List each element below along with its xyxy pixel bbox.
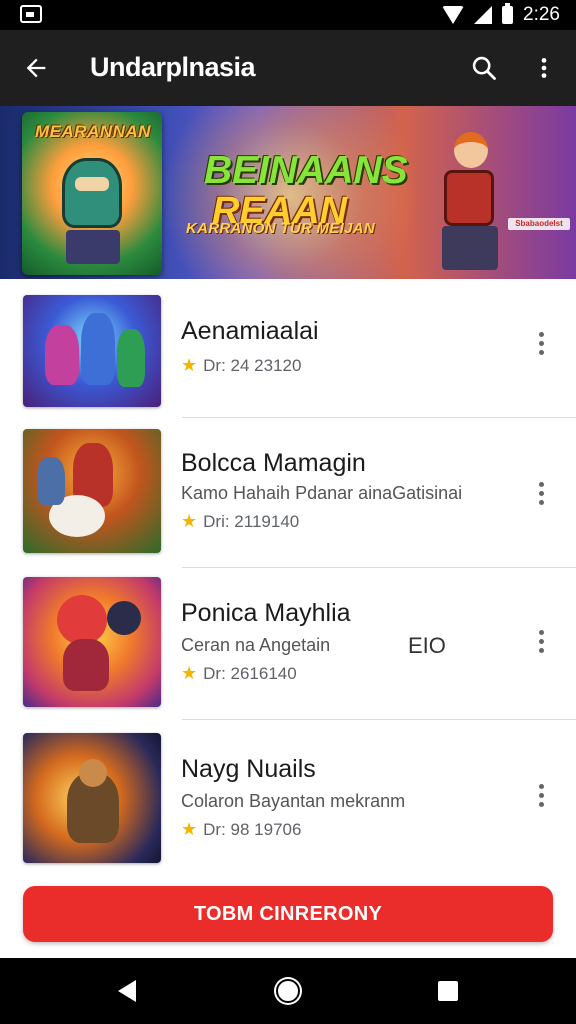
- gallery-icon: [20, 5, 42, 23]
- banner-badge: Sbabaodelst: [508, 218, 570, 230]
- star-icon: ★: [181, 355, 198, 375]
- overflow-menu-button[interactable]: [522, 46, 566, 90]
- item-meta-text: Dr: 24 23120: [203, 355, 302, 375]
- item-meta: ★ Dr: 2616140: [181, 663, 297, 684]
- item-meta: ★ Dr: 98 19706: [181, 819, 301, 840]
- list-item[interactable]: Aenamiaalai ★ Dr: 24 23120: [0, 279, 576, 419]
- list-item[interactable]: Nayg Nuails Colaron Bayantan mekranm ★ D…: [0, 721, 576, 871]
- signal-icon: [474, 6, 493, 24]
- item-title: Nayg Nuails: [181, 755, 316, 783]
- item-meta-text: Dri: 2119140: [203, 511, 300, 531]
- featured-banner[interactable]: MEARANNAN BEINAANS REAAN KARRANON TUR ME…: [0, 106, 576, 279]
- list-item[interactable]: Ponica Mayhlia Ceran na Angetain EIO ★ D…: [0, 569, 576, 721]
- search-icon: [472, 56, 496, 80]
- back-button[interactable]: [14, 46, 58, 90]
- primary-action-button[interactable]: TOBM CINRERONY: [23, 886, 553, 942]
- item-title: Bolcca Mamagin: [181, 449, 366, 477]
- game-thumbnail: [23, 295, 161, 407]
- battery-icon: [502, 3, 514, 24]
- item-more-button[interactable]: [526, 471, 556, 515]
- poster-hero: [62, 158, 122, 228]
- page-title: Undarplnasia: [90, 52, 256, 82]
- app-bar: Undarplnasia: [0, 30, 576, 106]
- item-meta: ★ Dr: 24 23120: [181, 355, 301, 376]
- search-button[interactable]: [462, 46, 506, 90]
- nav-home-icon[interactable]: [276, 979, 300, 1003]
- game-thumbnail: [23, 577, 161, 707]
- game-thumbnail: [23, 429, 161, 553]
- divider: [182, 567, 576, 568]
- item-meta-text: Dr: 2616140: [203, 663, 297, 683]
- divider: [182, 417, 576, 418]
- banner-title-line1: BEINAANS: [204, 149, 408, 192]
- banner-character-image: [420, 120, 500, 270]
- item-meta: ★ Dri: 2119140: [181, 511, 299, 532]
- more-vert-icon: [541, 58, 547, 78]
- star-icon: ★: [181, 663, 198, 683]
- poster-hero-legs: [66, 230, 120, 264]
- star-icon: ★: [181, 511, 198, 531]
- item-extra-label: EIO: [408, 633, 446, 658]
- nav-back-icon[interactable]: [118, 980, 136, 1002]
- character-body: [444, 170, 494, 226]
- item-more-button[interactable]: [526, 321, 556, 365]
- status-time: 2:26: [523, 4, 560, 25]
- item-more-button[interactable]: [526, 773, 556, 817]
- item-subtitle: Ceran na Angetain: [181, 635, 331, 655]
- banner-subtitle: KARRANON TUR MEIJAN: [186, 220, 376, 237]
- status-icons: 2:26: [442, 3, 560, 27]
- item-meta-text: Dr: 98 19706: [203, 819, 302, 839]
- character-legs: [442, 226, 498, 270]
- poster-title: MEARANNAN: [35, 122, 151, 141]
- system-nav-bar: [0, 958, 576, 1024]
- banner-poster-image: MEARANNAN: [22, 112, 162, 275]
- divider: [182, 719, 576, 720]
- item-title: Ponica Mayhlia: [181, 599, 351, 627]
- star-icon: ★: [181, 819, 198, 839]
- item-subtitle: Kamo Hahaih Pdanar ainaGatisinai: [181, 483, 463, 503]
- back-arrow-icon: [26, 58, 46, 78]
- nav-recents-icon[interactable]: [438, 981, 458, 1001]
- game-thumbnail: [23, 733, 161, 863]
- status-bar: 2:26: [0, 0, 576, 30]
- item-title: Aenamiaalai: [181, 317, 319, 345]
- wifi-icon: [442, 6, 465, 24]
- item-more-button[interactable]: [526, 619, 556, 663]
- list-item[interactable]: Bolcca Mamagin Kamo Hahaih Pdanar ainaGa…: [0, 419, 576, 569]
- character-head: [454, 132, 488, 168]
- item-subtitle: Colaron Bayantan mekranm: [181, 791, 406, 811]
